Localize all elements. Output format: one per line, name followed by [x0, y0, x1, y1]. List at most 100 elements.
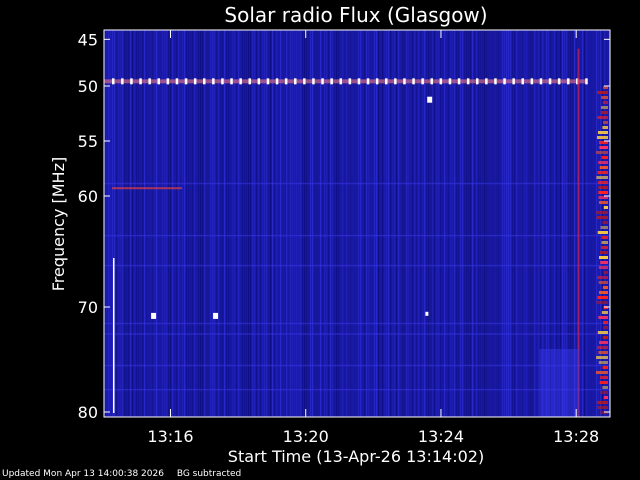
noise-streak [248, 30, 250, 417]
noise-streak [258, 30, 260, 417]
noise-streak [252, 30, 254, 417]
frequency-band [104, 234, 610, 237]
noise-streak [424, 30, 426, 417]
background-note: BG subtracted [176, 469, 242, 479]
noise-streak [184, 30, 186, 417]
spectrogram-figure: Solar radio Flux (Glasgow) 455055607080 … [49, 3, 611, 466]
noise-streak [538, 30, 540, 417]
noise-streak [324, 30, 326, 417]
noise-streak [200, 30, 202, 417]
interference-dash [330, 78, 333, 85]
noise-streak [202, 30, 204, 417]
noise-streak [490, 30, 492, 417]
noise-streak [190, 30, 192, 417]
noise-streak [236, 30, 238, 417]
noise-streak [460, 30, 462, 417]
interference-dash [348, 78, 352, 85]
noise-streak [170, 30, 172, 417]
interference-dash [239, 78, 242, 85]
noise-streak [164, 30, 166, 417]
noise-streak [444, 30, 446, 417]
noise-streak [178, 30, 180, 417]
noise-streak [126, 30, 128, 417]
noise-streak [122, 30, 124, 417]
noise-streak [372, 30, 374, 417]
noise-streak [214, 30, 216, 417]
burst-pixel [596, 356, 608, 359]
noise-streak [176, 30, 178, 417]
interference-dash [139, 78, 142, 85]
burst-pixel [596, 346, 608, 349]
burst-pixel [597, 231, 608, 234]
noise-streak [422, 30, 424, 417]
noise-streak [302, 30, 304, 417]
noise-streak [414, 30, 416, 417]
noise-streak [500, 30, 502, 417]
noise-streak [534, 30, 536, 417]
noise-streak [484, 30, 486, 417]
bright-spot [425, 311, 429, 316]
noise-streak [244, 30, 246, 417]
noise-streak [264, 30, 266, 417]
noise-streak [450, 30, 452, 417]
noise-streak [310, 30, 312, 417]
noise-streak [232, 30, 234, 417]
burst-pixel [603, 321, 608, 324]
burst-pixel [598, 161, 608, 164]
noise-streak [416, 30, 418, 417]
noise-streak [384, 30, 386, 417]
noise-streak [360, 30, 362, 417]
burst-pixel [599, 251, 608, 254]
x-tick-label: 13:24 [418, 427, 464, 446]
noise-streak [358, 30, 360, 417]
noise-streak [362, 30, 364, 417]
noise-streak [152, 30, 154, 417]
noise-streak [502, 30, 504, 417]
y-tick-label: 60 [78, 187, 98, 206]
burst-pixel [603, 121, 608, 124]
noise-streak [338, 30, 340, 417]
burst-pixel [599, 146, 608, 149]
interference-dash [430, 78, 433, 85]
frequency-band [104, 364, 610, 367]
noise-streak [120, 30, 122, 417]
noise-streak [174, 30, 176, 417]
noise-streak [194, 30, 196, 417]
noise-streak [172, 30, 174, 417]
burst-pixel [603, 396, 608, 399]
interference-dash [539, 78, 543, 85]
burst-pixel [599, 166, 608, 169]
noise-streak [442, 30, 444, 417]
interference-dash [394, 78, 397, 85]
noise-streak [588, 30, 590, 417]
interference-dash [503, 78, 506, 85]
noise-streak [476, 30, 478, 417]
noise-streak [254, 30, 256, 417]
frequency-band [104, 264, 610, 267]
noise-streak [230, 30, 232, 417]
noise-streak [262, 30, 264, 417]
noise-streak [284, 30, 286, 417]
noise-streak [166, 30, 168, 417]
noise-streak [188, 30, 190, 417]
interference-dash [130, 78, 133, 85]
noise-streak [430, 30, 432, 417]
noise-streak [278, 30, 280, 417]
burst-pixel [601, 246, 608, 249]
burst-pixel [602, 101, 608, 104]
interference-dash [321, 78, 324, 85]
interference-dash [375, 78, 379, 85]
noise-streak [280, 30, 282, 417]
noise-streak [368, 30, 370, 417]
burst-pixel [601, 236, 608, 239]
noise-streak [290, 30, 292, 417]
noise-streak [402, 30, 404, 417]
interference-dash [585, 78, 588, 85]
noise-streak [288, 30, 290, 417]
frequency-band [104, 322, 610, 325]
noise-streak [394, 30, 396, 417]
noise-streak [404, 30, 406, 417]
y-tick-label: 55 [78, 132, 98, 151]
interference-dash [203, 78, 206, 85]
burst-pixel [598, 191, 608, 194]
